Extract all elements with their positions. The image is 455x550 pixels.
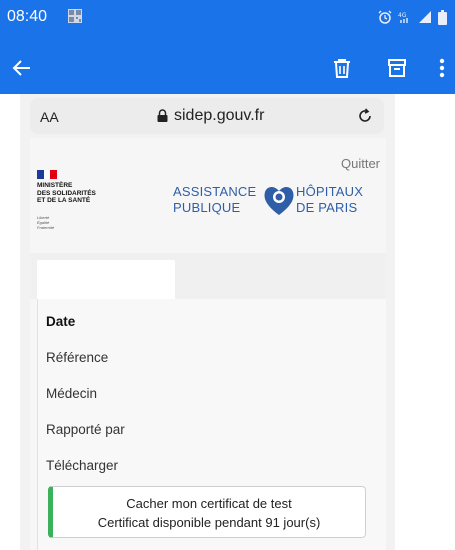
- app-bar: [0, 42, 455, 94]
- aphp-logo-right-text: HÔPITAUX DE PARIS: [296, 184, 364, 215]
- status-time: 08:40: [7, 8, 48, 25]
- web-page: Quitter MINISTÈRE DES SOLIDARITÉS ET DE …: [30, 138, 386, 550]
- row-date-label: Date: [46, 314, 76, 329]
- hide-certificate-label: Cacher mon certificat de test: [126, 496, 292, 511]
- ministry-name: MINISTÈRE DES SOLIDARITÉS ET DE LA SANTÉ: [37, 182, 96, 204]
- qr-code-icon: [68, 9, 82, 23]
- text-size-button[interactable]: AA: [40, 109, 59, 125]
- row-reported-by-label: Rapporté par: [46, 422, 125, 437]
- more-vert-icon: [439, 58, 445, 78]
- french-flag-icon: [37, 170, 58, 179]
- data-4g-icon: 4G: [398, 12, 408, 23]
- aphp-logo-left-text: ASSISTANCE PUBLIQUE: [173, 184, 257, 215]
- tab-inactive[interactable]: [180, 260, 380, 300]
- url-text[interactable]: sidep.gouv.fr: [174, 107, 264, 125]
- page-header: Quitter MINISTÈRE DES SOLIDARITÉS ET DE …: [30, 138, 386, 253]
- quit-link[interactable]: Quitter: [341, 156, 380, 171]
- details-panel: Date Référence Médecin Rapporté par Télé…: [37, 299, 386, 550]
- trash-icon: [334, 59, 350, 78]
- archive-icon: [388, 59, 406, 77]
- row-download-label[interactable]: Télécharger: [46, 458, 118, 473]
- battery-icon: [438, 9, 447, 25]
- back-button[interactable]: [8, 54, 36, 82]
- tab-active[interactable]: [37, 260, 175, 300]
- ministry-logo: MINISTÈRE DES SOLIDARITÉS ET DE LA SANTÉ…: [37, 170, 117, 236]
- lock-icon: [157, 109, 168, 122]
- browser-view: AA sidep.gouv.fr Quitter MINISTÈRE DES S…: [20, 94, 395, 550]
- svg-text:4G: 4G: [398, 12, 407, 19]
- signal-icon: [419, 11, 431, 23]
- aphp-logo: ASSISTANCE PUBLIQUE HÔPITAUX DE PARIS: [173, 182, 378, 222]
- status-bar: 08:40 4G: [0, 0, 455, 42]
- alarm-icon: [378, 10, 392, 24]
- aphp-heart-icon: [264, 186, 294, 215]
- row-doctor-label: Médecin: [46, 386, 98, 401]
- url-bar[interactable]: AA sidep.gouv.fr: [30, 98, 384, 134]
- hide-certificate-button[interactable]: Cacher mon certificat de test Certificat…: [48, 486, 366, 538]
- archive-button[interactable]: [383, 54, 411, 82]
- row-reference-label: Référence: [46, 350, 109, 365]
- delete-button[interactable]: [328, 54, 356, 82]
- status-icons: 4G: [378, 9, 447, 25]
- republic-motto: Liberté Égalité Fraternité: [37, 215, 55, 230]
- more-options-button[interactable]: [432, 54, 452, 82]
- back-arrow-icon: [12, 60, 30, 76]
- tab-bar: [30, 253, 386, 300]
- certificate-availability-text: Certificat disponible pendant 91 jour(s): [97, 515, 321, 530]
- reload-icon[interactable]: [356, 107, 374, 125]
